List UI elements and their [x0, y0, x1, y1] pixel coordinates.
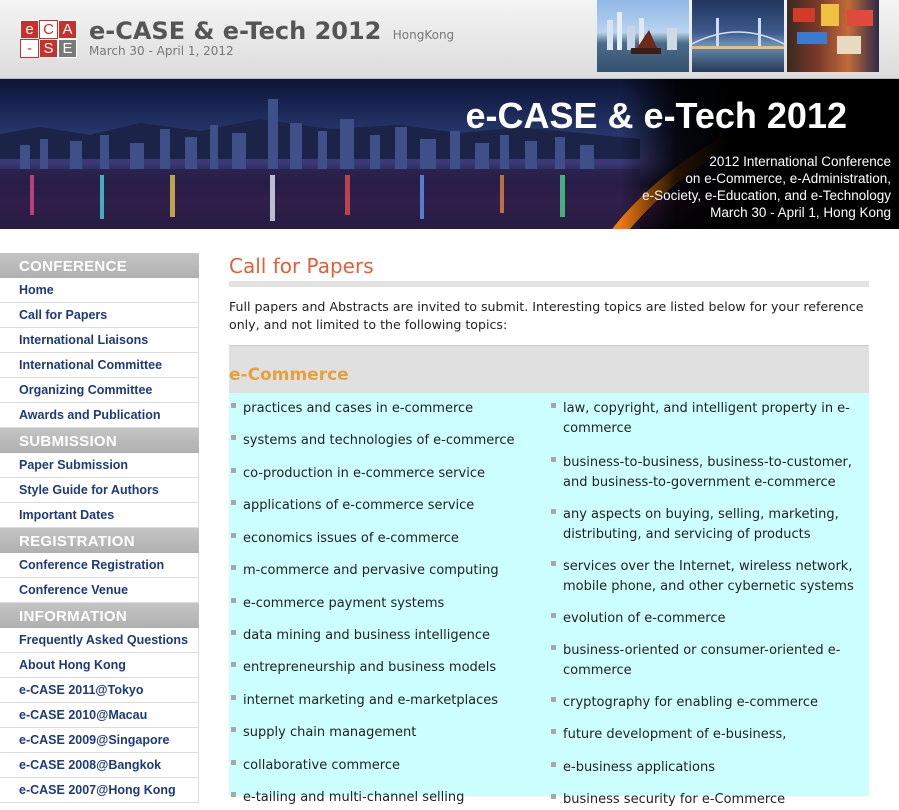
banner-line: on e-Commerce, e-Administration, — [685, 171, 891, 186]
site-title-text: e-CASE & e-Tech 2012 — [89, 17, 382, 45]
title-divider — [229, 281, 869, 287]
sidebar-item-international-committee[interactable]: International Committee — [0, 353, 199, 378]
list-item: collaborative commerce — [229, 756, 400, 776]
sidebar-item-home[interactable]: Home — [0, 278, 199, 303]
site-logo[interactable]: e C A - S E — [20, 20, 77, 58]
page-title: Call for Papers — [229, 254, 374, 278]
banner-subtitle: 2012 International Conference on e-Comme… — [642, 153, 891, 221]
sidebar-nav: CONFERENCE Home Call for Papers Internat… — [0, 253, 199, 803]
logo-letter: e — [20, 20, 39, 39]
banner-title: e-CASE & e-Tech 2012 — [465, 95, 847, 136]
bridge-night-photo — [692, 0, 784, 72]
site-date: March 30 - April 1, 2012 — [89, 44, 234, 58]
list-item: data mining and business intelligence — [229, 626, 490, 646]
list-item: co-production in e-commerce service — [229, 464, 485, 484]
intro-paragraph: Full papers and Abstracts are invited to… — [229, 299, 864, 332]
sidebar-item-about-hong-kong[interactable]: About Hong Kong — [0, 653, 199, 678]
sidebar-heading-conference: CONFERENCE — [0, 253, 199, 278]
site-title: e-CASE & e-Tech 2012 HongKong — [89, 17, 454, 45]
list-item: practices and cases in e-commerce — [229, 399, 473, 419]
sidebar-heading-submission: SUBMISSION — [0, 428, 199, 453]
site-header: e C A - S E e-CASE & e-Tech 2012 HongKon… — [0, 0, 899, 79]
banner-line: 2012 International Conference — [709, 154, 891, 169]
list-item: services over the Internet, wireless net… — [549, 557, 863, 596]
list-item: entrepreneurship and business models — [229, 658, 496, 678]
list-item: business-to-business, business-to-custom… — [549, 453, 863, 492]
list-item: cryptography for enabling e-commerce — [549, 693, 863, 713]
sidebar-item-international-liaisons[interactable]: International Liaisons — [0, 328, 199, 353]
list-item: law, copyright, and intelligent property… — [549, 399, 863, 438]
sidebar-item-conference-venue[interactable]: Conference Venue — [0, 578, 199, 603]
banner-line: March 30 - April 1, Hong Kong — [710, 205, 891, 220]
logo-letter: - — [20, 39, 39, 58]
list-item: business-oriented or consumer-oriented e… — [549, 641, 863, 680]
list-item: e-tailing and multi-channel selling — [229, 788, 464, 808]
list-item: applications of e-commerce service — [229, 496, 474, 516]
sidebar-item-style-guide[interactable]: Style Guide for Authors — [0, 478, 199, 503]
street-signs-photo — [787, 0, 879, 72]
sidebar-item-faq[interactable]: Frequently Asked Questions — [0, 628, 199, 653]
list-item: e-business applications — [549, 758, 863, 778]
sidebar-item-paper-submission[interactable]: Paper Submission — [0, 453, 199, 478]
sidebar-item-ecase-2010[interactable]: e-CASE 2010@Macau — [0, 703, 199, 728]
hong-kong-harbour-photo — [597, 0, 689, 72]
list-item: any aspects on buying, selling, marketin… — [549, 505, 863, 544]
list-item: future development of e-business, — [549, 725, 863, 745]
list-item: economics issues of e-commerce — [229, 529, 459, 549]
hero-banner: e-CASE & e-Tech 2012 2012 International … — [0, 79, 899, 229]
sidebar-heading-information: INFORMATION — [0, 603, 199, 628]
logo-letter: C — [39, 20, 58, 39]
sidebar-item-awards-and-publication[interactable]: Awards and Publication — [0, 403, 199, 428]
sidebar-heading-registration: REGISTRATION — [0, 528, 199, 553]
list-item: evolution of e-commerce — [549, 609, 863, 629]
sidebar-item-organizing-committee[interactable]: Organizing Committee — [0, 378, 199, 403]
sidebar-item-ecase-2009[interactable]: e-CASE 2009@Singapore — [0, 728, 199, 753]
sidebar-item-ecase-2011[interactable]: e-CASE 2011@Tokyo — [0, 678, 199, 703]
list-item: internet marketing and e-marketplaces — [229, 691, 498, 711]
site-location: HongKong — [392, 28, 455, 42]
list-item: business security for e-Commerce — [549, 790, 863, 810]
logo-letter: S — [39, 39, 58, 58]
banner-line: e-Society, e-Education, and e-Technology — [642, 188, 891, 203]
topics-panel: practices and cases in e-commerce system… — [229, 393, 869, 807]
list-item: systems and technologies of e-commerce — [229, 431, 514, 451]
logo-letter: A — [58, 20, 77, 39]
sidebar-item-conference-registration[interactable]: Conference Registration — [0, 553, 199, 578]
list-item: e-commerce payment systems — [229, 594, 444, 614]
sidebar-item-important-dates[interactable]: Important Dates — [0, 503, 199, 528]
sidebar-item-ecase-2007[interactable]: e-CASE 2007@Hong Kong — [0, 778, 199, 803]
sidebar-item-ecase-2008[interactable]: e-CASE 2008@Bangkok — [0, 753, 199, 778]
category-title: e-Commerce — [229, 365, 349, 385]
category-header: e-Commerce — [229, 345, 869, 393]
sidebar-item-call-for-papers[interactable]: Call for Papers — [0, 303, 199, 328]
list-item: supply chain management — [229, 723, 416, 743]
list-item: m-commerce and pervasive computing — [229, 561, 499, 581]
logo-letter: E — [58, 39, 77, 58]
